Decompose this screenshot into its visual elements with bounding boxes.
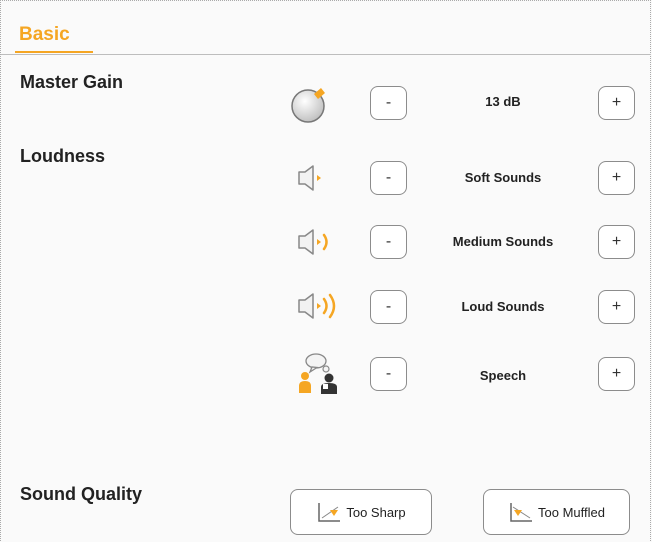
master-gain-minus-button[interactable]: - — [370, 86, 407, 120]
loud-sounds-plus-button[interactable]: + — [598, 290, 635, 324]
speaker-medium-icon — [298, 229, 328, 255]
master-gain-plus-button[interactable]: + — [598, 86, 635, 120]
speech-plus-button[interactable]: + — [598, 357, 635, 391]
too-muffled-button[interactable]: Too Muffled — [483, 489, 630, 535]
soft-sounds-label: Soft Sounds — [464, 170, 542, 185]
soft-sounds-minus-button[interactable]: - — [370, 161, 407, 195]
master-gain-value: 13 dB — [485, 94, 521, 109]
sound-quality-title: Sound Quality — [20, 484, 143, 504]
dial-icon — [291, 88, 325, 123]
speech-label: Speech — [479, 368, 527, 383]
too-sharp-icon — [318, 503, 341, 522]
too-sharp-button[interactable]: Too Sharp — [290, 489, 432, 535]
master-gain-title: Master Gain — [20, 72, 124, 92]
tab-basic[interactable]: Basic — [15, 19, 93, 53]
speech-people-icon — [299, 353, 337, 394]
too-sharp-label: Too Sharp — [346, 504, 406, 520]
loud-sounds-label: Loud Sounds — [461, 299, 545, 314]
medium-sounds-minus-button[interactable]: - — [370, 225, 407, 259]
speaker-soft-icon — [298, 165, 321, 191]
speech-minus-button[interactable]: - — [370, 357, 407, 391]
tab-bar: Basic — [1, 19, 651, 55]
medium-sounds-plus-button[interactable]: + — [598, 225, 635, 259]
loudness-title: Loudness — [20, 146, 106, 166]
too-muffled-icon — [510, 503, 533, 522]
medium-sounds-label: Medium Sounds — [452, 234, 554, 249]
soft-sounds-plus-button[interactable]: + — [598, 161, 635, 195]
speaker-loud-icon — [298, 293, 336, 319]
loud-sounds-minus-button[interactable]: - — [370, 290, 407, 324]
too-muffled-label: Too Muffled — [538, 504, 605, 520]
tab-basic-label: Basic — [19, 24, 70, 45]
